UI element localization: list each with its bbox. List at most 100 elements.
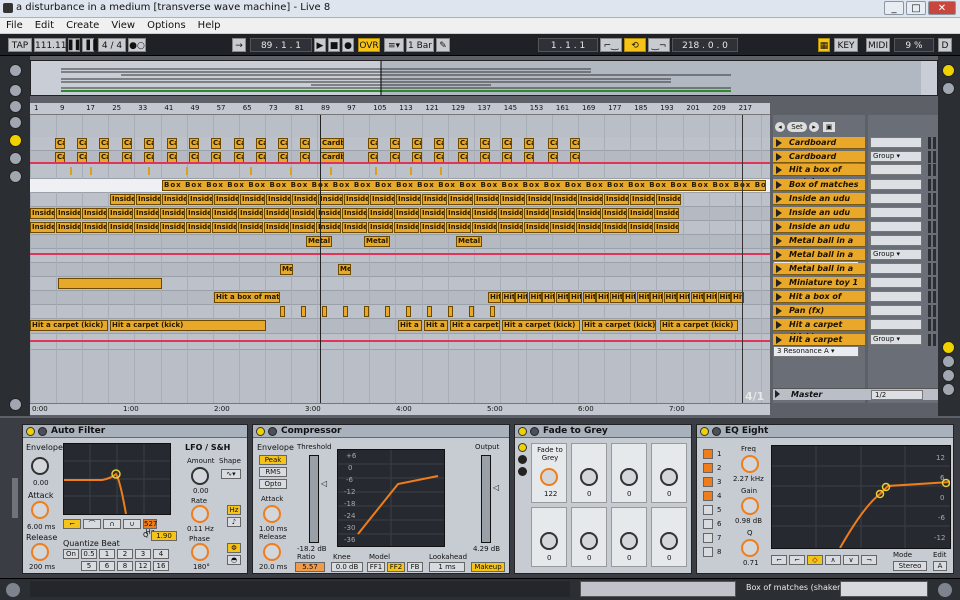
menu-options[interactable]: Options: [141, 18, 192, 33]
shape-select[interactable]: ∿▾: [221, 469, 241, 479]
clip[interactable]: Inside: [266, 194, 291, 205]
lookahead-select[interactable]: 1 ms: [429, 562, 465, 572]
q-knob[interactable]: [741, 539, 759, 557]
track-fold-icon[interactable]: [776, 279, 782, 287]
sends-toggle-icon[interactable]: [942, 355, 955, 368]
track-fold-icon[interactable]: [776, 181, 782, 189]
q-value[interactable]: 1.90: [151, 531, 177, 541]
bell-button[interactable]: ∧: [825, 555, 841, 565]
clip[interactable]: Inside: [474, 194, 499, 205]
macro-8[interactable]: 0: [651, 507, 687, 567]
clip[interactable]: Hit a box of match: [214, 292, 280, 303]
tap-button[interactable]: TAP: [8, 38, 32, 52]
track-slot[interactable]: [870, 207, 922, 218]
clip[interactable]: Hit a carpet (kick): [502, 320, 580, 331]
clip[interactable]: [469, 306, 474, 317]
clip[interactable]: Me: [338, 264, 351, 275]
clip[interactable]: Inside: [604, 194, 629, 205]
clip[interactable]: Ca: [434, 138, 444, 149]
phase-mode-button[interactable]: Φ: [227, 543, 241, 553]
clip[interactable]: Inside: [396, 194, 421, 205]
mode-select[interactable]: Stereo: [893, 561, 927, 571]
clip[interactable]: Ca: [480, 138, 490, 149]
signature-field[interactable]: 4 / 4: [98, 38, 126, 52]
clip[interactable]: Metal b: [306, 236, 332, 247]
clip[interactable]: Inside: [448, 194, 473, 205]
clip[interactable]: Hit a c: [398, 320, 422, 331]
clip[interactable]: Hit: [501, 292, 515, 303]
clip[interactable]: Hit: [636, 292, 650, 303]
clip[interactable]: Hit: [663, 292, 677, 303]
clip[interactable]: Inside: [162, 194, 187, 205]
qb-2-button[interactable]: 2: [117, 549, 133, 559]
clip[interactable]: Inside: [186, 222, 211, 233]
fb-button[interactable]: FB: [407, 562, 423, 572]
device-on-button[interactable]: [518, 427, 527, 436]
clip[interactable]: [343, 306, 348, 317]
fold-icon[interactable]: [38, 427, 47, 436]
time-ruler[interactable]: 0:00 1:00 2:00 3:00 4:00 5:00 6:00 7:00: [30, 403, 770, 415]
macro-3[interactable]: 0: [611, 443, 647, 503]
clip[interactable]: Inside: [526, 194, 551, 205]
clip[interactable]: Ca: [390, 138, 400, 149]
clip[interactable]: Ca: [256, 138, 266, 149]
clip[interactable]: Hit: [609, 292, 623, 303]
mixer-toggle-icon[interactable]: [942, 383, 955, 396]
clip[interactable]: Inside: [498, 208, 523, 219]
track-lane[interactable]: [30, 334, 770, 350]
device-scroll-left[interactable]: [12, 478, 18, 518]
clip-overview-strip[interactable]: [580, 581, 736, 597]
master-track[interactable]: Master 1/2: [773, 388, 938, 400]
clip[interactable]: [448, 306, 453, 317]
track-fold-icon[interactable]: [776, 223, 782, 231]
clip[interactable]: Inside: [472, 222, 497, 233]
overview-toggle-icon[interactable]: [9, 398, 22, 411]
clip[interactable]: Hit: [515, 292, 528, 303]
clip[interactable]: Inside: [134, 208, 159, 219]
clip[interactable]: Inside: [342, 208, 367, 219]
macro-5[interactable]: 0: [531, 507, 567, 567]
clip[interactable]: Inside: [342, 222, 367, 233]
clip[interactable]: Inside: [108, 222, 133, 233]
clip[interactable]: Ca: [570, 138, 580, 149]
minimize-button[interactable]: _: [884, 1, 904, 15]
group-output-select[interactable]: Group ▾: [870, 249, 922, 260]
clip[interactable]: Ca: [211, 138, 221, 149]
clip[interactable]: Hit: [542, 292, 555, 303]
track-header[interactable]: Cardboard: [773, 137, 865, 149]
qb-4-button[interactable]: 4: [153, 549, 169, 559]
clip[interactable]: Inside: [370, 194, 395, 205]
clip[interactable]: Inside: [420, 222, 445, 233]
qb-8-button[interactable]: 8: [117, 561, 133, 571]
track-header[interactable]: Pan (fx): [773, 305, 865, 317]
clip[interactable]: Inside: [56, 222, 81, 233]
menu-view[interactable]: View: [105, 18, 141, 33]
clip[interactable]: Inside: [30, 208, 55, 219]
track-slot[interactable]: [870, 193, 922, 204]
filter-curve-display[interactable]: [63, 443, 171, 515]
menu-edit[interactable]: Edit: [29, 18, 60, 33]
clip[interactable]: [427, 306, 432, 317]
track-lane[interactable]: [30, 235, 770, 249]
macro-8-knob[interactable]: [660, 532, 678, 550]
track-lane[interactable]: [30, 164, 770, 179]
clip[interactable]: [301, 306, 306, 317]
qb-3-button[interactable]: 3: [135, 549, 151, 559]
clip[interactable]: Inside: [212, 222, 237, 233]
tempo-field[interactable]: 111.11: [34, 38, 67, 52]
macro-1[interactable]: Fade to Grey 122: [531, 443, 567, 503]
fold-icon[interactable]: [712, 427, 721, 436]
clip[interactable]: Hit: [690, 292, 704, 303]
clip[interactable]: Hit: [555, 292, 569, 303]
lowshelf-button[interactable]: ◇: [807, 555, 823, 565]
clip[interactable]: [385, 306, 390, 317]
track-slot[interactable]: [870, 291, 922, 302]
clip[interactable]: Inside: [472, 208, 497, 219]
menu-help[interactable]: Help: [192, 18, 227, 33]
attack-knob[interactable]: [31, 501, 49, 519]
refresh-icon[interactable]: [9, 170, 22, 183]
play-button[interactable]: ▶: [314, 38, 326, 52]
clip[interactable]: [58, 278, 162, 289]
fold-icon[interactable]: [530, 427, 539, 436]
track-fold-icon[interactable]: [776, 237, 782, 245]
